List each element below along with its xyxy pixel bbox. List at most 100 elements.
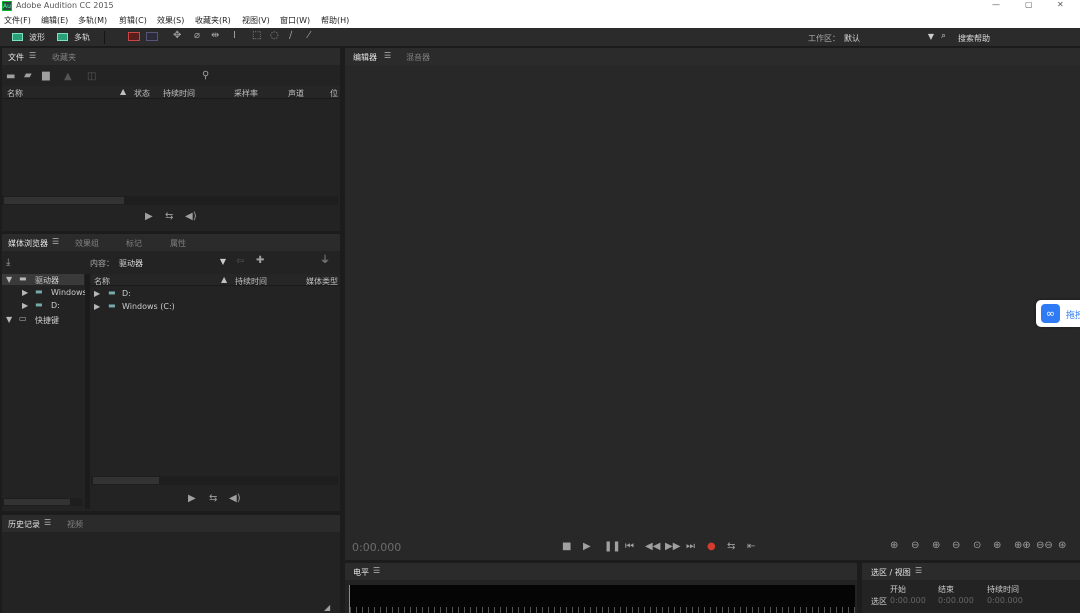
menu-view[interactable]: 视图(V) [242, 15, 270, 26]
skip-to-start-icon[interactable]: ⏮ [625, 542, 634, 552]
lasso-icon[interactable]: ◌ [270, 31, 279, 41]
tab-selection-view[interactable]: 选区 / 视图 [871, 567, 911, 578]
splitter-handle[interactable] [85, 274, 90, 509]
tab-video[interactable]: 视频 [67, 519, 83, 530]
expand-icon[interactable]: ▶ [94, 289, 100, 298]
workspace-select[interactable]: 默认 ▼ [838, 31, 934, 44]
tab-favorites[interactable]: 收藏夹 [52, 52, 76, 63]
zoom-out-full-icon[interactable]: ⊙ [973, 541, 981, 551]
tree-item-d[interactable]: ▶ ▬ D: [2, 300, 84, 311]
expand-icon[interactable]: ▼ [6, 315, 12, 324]
baidu-floating-widget[interactable]: ∞ 拖拽 [1036, 300, 1080, 327]
panel-menu-icon[interactable]: ☰ [29, 51, 36, 60]
filter-search-icon[interactable]: ⚲ [202, 71, 209, 81]
col-media-type[interactable]: 媒体类型 [306, 276, 338, 287]
col-samplerate[interactable]: 采样率 [234, 88, 258, 99]
zoom-selection-icon[interactable]: ⊖⊖ [1036, 541, 1053, 551]
expand-icon[interactable]: ▶ [22, 301, 28, 310]
menu-effects[interactable]: 效果(S) [157, 15, 184, 26]
list-item[interactable]: ▶ ▬ Windows (C:) [91, 301, 340, 312]
close-icon[interactable]: ✕ [1057, 0, 1064, 9]
import-file-icon[interactable]: ▰ [24, 71, 32, 81]
autoplay-icon[interactable]: ◀) [229, 494, 241, 504]
tab-editor[interactable]: 编辑器 [353, 52, 377, 63]
spectral-display-icon[interactable] [128, 32, 140, 41]
zoom-full-icon[interactable]: ⊛ [1058, 541, 1066, 551]
col-status[interactable]: 状态 [134, 88, 150, 99]
zoom-in-time-icon[interactable]: ⊕ [932, 541, 940, 551]
col-name[interactable]: 名称 [94, 276, 110, 287]
maximize-icon[interactable]: ▢ [1025, 0, 1033, 9]
menu-multitrack[interactable]: 多轨(M) [78, 15, 107, 26]
current-time-display[interactable]: 0:00.000 [352, 541, 401, 554]
zoom-in-out-icon[interactable]: ⊕⊕ [1014, 541, 1031, 551]
resize-corner-icon[interactable]: ◢ [324, 603, 330, 613]
minimize-icon[interactable]: — [992, 0, 1000, 9]
play-icon[interactable]: ▶ [145, 212, 153, 222]
tab-mixer[interactable]: 混音器 [406, 52, 430, 63]
marquee-icon[interactable]: ⬚ [252, 31, 261, 41]
expand-icon[interactable]: ▼ [6, 275, 12, 284]
panel-menu-icon[interactable]: ☰ [44, 518, 51, 527]
record-icon[interactable]: ● [707, 542, 716, 552]
razor-tool-icon[interactable]: ⌀ [194, 31, 200, 41]
selection-start-value[interactable]: 0:00.000 [890, 596, 926, 605]
search-icon[interactable]: ⌕ [941, 31, 946, 41]
rewind-icon[interactable]: ◀◀ [645, 542, 660, 552]
filter-icon[interactable]: ⏚ [320, 256, 330, 266]
loop-icon[interactable]: ⇆ [209, 494, 217, 504]
play-icon[interactable]: ▶ [583, 542, 591, 552]
fast-forward-icon[interactable]: ▶▶ [665, 542, 680, 552]
col-bits[interactable]: 位 [330, 88, 338, 99]
multitrack-button[interactable]: 多轨 [57, 32, 93, 43]
zoom-in-point-icon[interactable]: ⊕ [993, 541, 1001, 551]
play-icon[interactable]: ▶ [188, 494, 196, 504]
zoom-out-amplitude-icon[interactable]: ⊖ [911, 541, 919, 551]
menu-window[interactable]: 窗口(W) [280, 15, 310, 26]
menu-file[interactable]: 文件(F) [4, 15, 31, 26]
stop-icon[interactable]: ■ [562, 542, 571, 552]
tab-markers[interactable]: 标记 [126, 238, 142, 249]
zoom-in-amplitude-icon[interactable]: ⊕ [890, 541, 898, 551]
search-help-input[interactable]: 搜索帮助 [958, 33, 990, 44]
panel-menu-icon[interactable]: ☰ [915, 566, 922, 575]
panel-menu-icon[interactable]: ☰ [52, 237, 59, 246]
tab-history[interactable]: 历史记录 [8, 519, 40, 530]
tab-effects-rack[interactable]: 效果组 [75, 238, 99, 249]
menu-help[interactable]: 帮助(H) [321, 15, 349, 26]
content-select[interactable]: 驱动器 ▼ [116, 256, 226, 268]
panel-menu-icon[interactable]: ☰ [373, 566, 380, 575]
menu-edit[interactable]: 编辑(E) [41, 15, 68, 26]
panel-menu-icon[interactable]: ☰ [384, 51, 391, 60]
col-duration[interactable]: 持续时间 [235, 276, 267, 287]
add-shortcut-icon[interactable]: ✚ [256, 256, 264, 266]
media-scrollbar[interactable] [91, 476, 338, 485]
spectral-pitch-icon[interactable] [146, 32, 158, 41]
tree-item-shortcuts[interactable]: ▼ ▭ 快捷键 [2, 314, 84, 325]
insert-multitrack-icon[interactable]: ▲ [64, 72, 72, 82]
col-channels[interactable]: 声道 [288, 88, 304, 99]
tab-properties[interactable]: 属性 [170, 238, 186, 249]
brush-icon[interactable]: ∕ [289, 31, 292, 41]
expand-icon[interactable]: ▶ [22, 288, 28, 297]
tab-files[interactable]: 文件 [8, 52, 24, 63]
slip-tool-icon[interactable]: ⇹ [211, 31, 219, 41]
menu-clip[interactable]: 剪辑(C) [119, 15, 147, 26]
loop-icon[interactable]: ⇆ [165, 212, 173, 222]
selection-end-value[interactable]: 0:00.000 [938, 596, 974, 605]
pause-icon[interactable]: ❚❚ [604, 542, 621, 552]
open-file-icon[interactable]: ▬ [6, 72, 15, 82]
tree-item-windows[interactable]: ▶ ▬ Windows [2, 287, 87, 298]
back-arrow-icon[interactable]: ⇦ [236, 257, 244, 267]
list-item[interactable]: ▶ ▬ D: [91, 288, 340, 299]
new-file-icon[interactable]: ▆ [42, 71, 50, 81]
waveform-button[interactable]: 波形 [12, 32, 48, 43]
tree-item-drives[interactable]: ▼ ▬ 驱动器 [2, 274, 84, 285]
loop-playback-icon[interactable]: ⇆ [727, 542, 735, 552]
tab-level[interactable]: 电平 [353, 567, 369, 578]
skip-to-end-icon[interactable]: ⏭ [686, 542, 695, 552]
delete-icon[interactable]: ◫ [87, 72, 96, 82]
tree-scrollbar[interactable] [2, 498, 82, 506]
menu-favorites[interactable]: 收藏夹(R) [195, 15, 231, 26]
zoom-out-time-icon[interactable]: ⊖ [952, 541, 960, 551]
